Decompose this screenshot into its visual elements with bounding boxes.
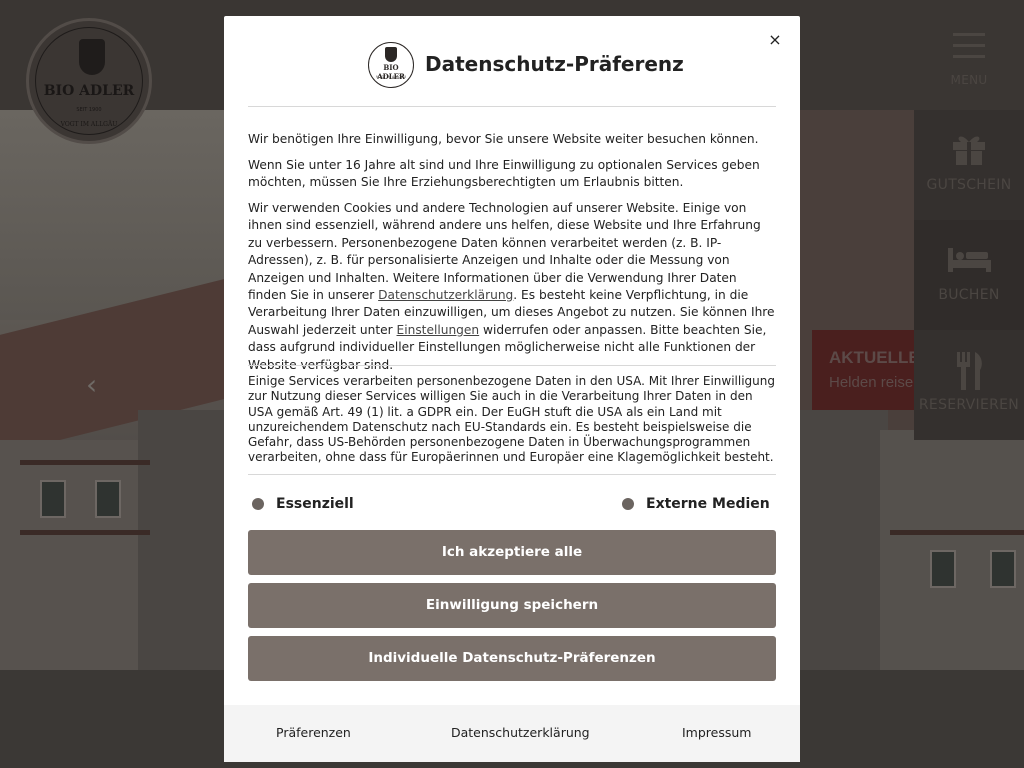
dialog-title: Datenschutz-Präferenz [425,52,684,76]
hero-window [40,480,66,518]
divider [248,365,776,366]
logo-subtitle: VOGT IM ALLGÄU [60,121,118,128]
footer-preferences-link[interactable]: Präferenzen [276,725,351,740]
slider-prev-icon[interactable]: ‹ [86,368,97,401]
divider [248,106,776,107]
cookie-info-text: Wir verwenden Cookies und andere Technol… [248,200,776,374]
nav-menu-label: MENU [950,73,988,87]
footer-imprint-link[interactable]: Impressum [682,725,751,740]
save-consent-button[interactable]: Einwilligung speichern [248,583,776,628]
hero-beam [20,530,150,535]
logo-name: BIO ADLER [43,83,135,99]
dialog-footer: Präferenzen Datenschutzerklärung Impress… [224,705,800,762]
checkbox-dot-icon [252,498,264,510]
site-logo[interactable]: BIO ADLER SEIT 1900 VOGT IM ALLGÄU [26,18,152,144]
consent-intro-text: Wir benötigen Ihre Einwilligung, bevor S… [248,132,759,146]
footer-privacy-link[interactable]: Datenschutzerklärung [451,725,590,740]
cutlery-icon [914,352,1024,398]
nav-gutschein-button[interactable]: GUTSCHEIN [914,110,1024,220]
bed-icon [914,246,1024,282]
logo-year: SEIT 1900 [76,107,102,113]
eagle-crest-icon [79,39,105,75]
checkbox-externe-medien-label: Externe Medien [646,496,770,512]
checkbox-dot-icon [622,498,634,510]
checkbox-essenziell[interactable]: Essenziell [252,495,432,513]
checkbox-externe-medien[interactable]: Externe Medien [622,495,772,513]
accept-all-button[interactable]: Ich akzeptiere alle [248,530,776,575]
nav-reservieren-button[interactable]: RESERVIEREN [914,330,1024,440]
hero-window [990,550,1016,588]
nav-menu-button[interactable]: MENU [914,0,1024,110]
divider [248,474,776,475]
usa-transfer-text: Einige Services verarbeiten personenbezo… [248,374,775,465]
gift-icon [914,132,1024,174]
hero-beam [890,530,1024,535]
individual-preferences-button[interactable]: Individuelle Datenschutz-Präferenzen [248,636,776,681]
promo-banner[interactable]: AKTUELLE Helden reise [812,330,914,410]
cookie-info-part1: Wir verwenden Cookies und andere Technol… [248,201,761,303]
settings-link[interactable]: Einstellungen [397,323,480,337]
nav-gutschein-label: GUTSCHEIN [926,177,1012,193]
promo-title: AKTUELLE [829,348,914,367]
checkbox-essenziell-label: Essenziell [276,496,354,512]
dialog-logo-subtitle: VOGT IM ALLGÄU [375,75,407,79]
promo-subtitle: Helden reise [829,374,914,391]
hero-window [930,550,956,588]
privacy-policy-link[interactable]: Datenschutzerklärung [378,288,513,302]
nav-reservieren-label: RESERVIEREN [918,397,1020,413]
nav-buchen-label: BUCHEN [938,287,1000,303]
eagle-crest-icon [385,47,397,62]
hero-beam [20,460,150,465]
dialog-logo: BIO ADLER VOGT IM ALLGÄU [368,42,414,88]
dialog-header: BIO ADLER VOGT IM ALLGÄU Datenschutz-Prä… [248,42,776,106]
hero-window [95,480,121,518]
age-notice-text: Wenn Sie unter 16 Jahre alt sind und Ihr… [248,158,760,190]
nav-buchen-button[interactable]: BUCHEN [914,220,1024,330]
